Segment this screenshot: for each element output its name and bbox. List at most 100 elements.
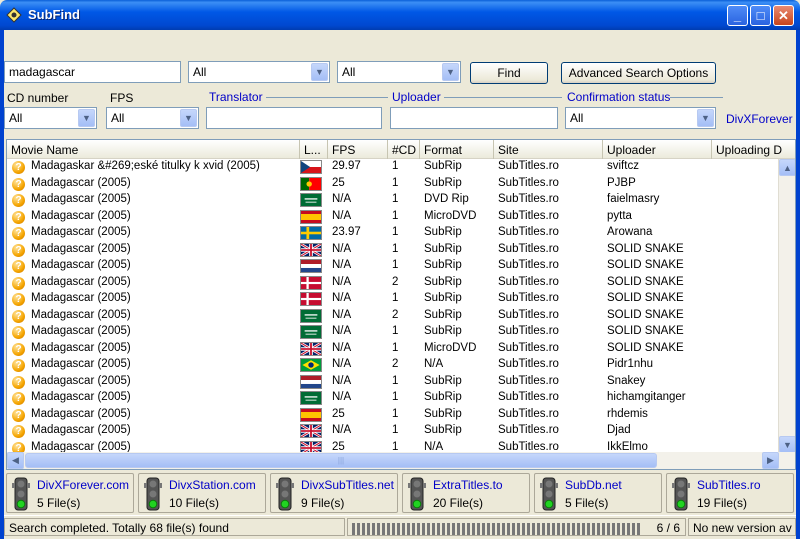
unconfirmed-status-icon: ?: [12, 359, 25, 372]
column-uploader[interactable]: Uploader: [603, 140, 712, 159]
column-fps[interactable]: FPS: [328, 140, 388, 159]
table-row[interactable]: ? Madagascar (2005) N/A 1 MicroDVD SubTitles.…: [7, 209, 779, 226]
cell-name: Madagascar (2005): [31, 407, 131, 420]
search-input[interactable]: madagascar: [4, 61, 181, 83]
title-bar[interactable]: SubFind _ □ ✕: [0, 0, 800, 30]
app-icon: [6, 7, 22, 23]
site-name-link[interactable]: ExtraTitles.to: [433, 478, 503, 492]
site-name-link[interactable]: DivXForever.com: [37, 478, 129, 492]
chevron-down-icon[interactable]: ▼: [180, 109, 197, 127]
cd-number-value: All: [9, 111, 23, 125]
find-button[interactable]: Find: [470, 62, 548, 84]
cell-format: SubRip: [424, 160, 462, 172]
site-name-link[interactable]: SubDb.net: [565, 478, 622, 492]
cell-fps: N/A: [332, 308, 352, 321]
cell-cd: 1: [392, 226, 399, 238]
window-title: SubFind: [28, 7, 80, 22]
language-select-2[interactable]: All ▼: [337, 61, 461, 83]
chevron-down-icon[interactable]: ▼: [311, 63, 328, 81]
site-file-count: 9 File(s): [301, 496, 345, 510]
table-row[interactable]: ? Madagaskar &#269;eské titulky k xvid (2…: [7, 159, 779, 176]
cell-fps: N/A: [332, 292, 352, 304]
chevron-down-icon[interactable]: ▼: [78, 109, 95, 127]
column-uploading-date[interactable]: Uploading D: [712, 140, 795, 159]
flag-es-icon: [300, 209, 322, 224]
cell-name: Madagascar (2005): [31, 209, 131, 222]
cell-cd: 1: [392, 391, 399, 403]
cell-site: SubTitles.ro: [498, 209, 559, 222]
cell-name: Madagascar (2005): [31, 374, 131, 387]
table-row[interactable]: ? Madagascar (2005) 23.97 1 SubRip SubTitles.…: [7, 225, 779, 242]
status-message: Search completed. Totally 68 file(s) fou…: [4, 518, 345, 536]
translator-input[interactable]: [206, 107, 382, 129]
table-row[interactable]: ? Madagascar (2005) N/A 1 SubRip SubTitles.ro…: [7, 324, 779, 341]
site-name-link[interactable]: SubTitles.ro: [697, 478, 761, 492]
cell-site: SubTitles.ro: [498, 193, 559, 205]
cell-name: Madagascar (2005): [31, 325, 131, 337]
unconfirmed-status-icon: ?: [12, 276, 25, 290]
table-row[interactable]: ? Madagascar (2005) N/A 2 SubRip SubTitles.ro…: [7, 275, 779, 292]
table-row[interactable]: ? Madagascar (2005) N/A 1 SubRip SubTitles.ro…: [7, 242, 779, 259]
table-row[interactable]: ? Madagascar (2005) N/A 1 MicroDVD SubTitles.…: [7, 341, 779, 358]
cell-format: SubRip: [424, 242, 462, 255]
cell-site: SubTitles.ro: [498, 325, 559, 337]
table-row[interactable]: ? Madagascar (2005) N/A 1 SubRip SubTitles.ro…: [7, 374, 779, 391]
uploader-input[interactable]: [390, 107, 558, 129]
table-row[interactable]: ? Madagascar (2005) N/A 2 SubRip SubTitles.ro…: [7, 308, 779, 325]
cell-format: SubRip: [424, 292, 462, 304]
advanced-search-button[interactable]: Advanced Search Options: [561, 62, 716, 84]
results-grid[interactable]: Movie Name L... FPS #CD Format Site Uplo…: [6, 139, 796, 470]
column-language[interactable]: L...: [300, 140, 328, 159]
cd-number-select[interactable]: All ▼: [4, 107, 97, 129]
column-movie-name[interactable]: Movie Name: [7, 140, 300, 159]
horizontal-scrollbar[interactable]: ◀ ||| ▶: [7, 452, 795, 469]
table-row[interactable]: ? Madagascar (2005) N/A 1 DVD Rip SubTitles.r…: [7, 192, 779, 209]
confirmation-select[interactable]: All ▼: [565, 107, 716, 129]
column-format[interactable]: Format: [420, 140, 494, 159]
minimize-button[interactable]: _: [727, 5, 748, 26]
table-row[interactable]: ? Madagascar (2005) 25 1 SubRip SubTitles.ro P…: [7, 176, 779, 193]
cell-cd: 1: [392, 193, 399, 205]
cell-uploader: SOLID SNAKE: [607, 275, 684, 288]
chevron-down-icon[interactable]: ▼: [442, 63, 459, 81]
unconfirmed-status-icon: ?: [12, 260, 25, 273]
site-name-link[interactable]: DivxSubTitles.net: [301, 478, 394, 492]
cell-fps: N/A: [332, 209, 352, 222]
site-panel[interactable]: SubTitles.ro 19 File(s): [666, 473, 794, 513]
cell-format: N/A: [424, 358, 444, 370]
table-row[interactable]: ? Madagascar (2005) N/A 1 SubRip SubTitles.ro…: [7, 258, 779, 275]
fps-label: FPS: [110, 91, 134, 105]
cell-cd: 1: [392, 209, 399, 222]
site-panel[interactable]: DivxSubTitles.net 9 File(s): [270, 473, 398, 513]
close-button[interactable]: ✕: [773, 5, 794, 26]
column-cd[interactable]: #CD: [388, 140, 420, 159]
language-select-1[interactable]: All ▼: [188, 61, 330, 83]
horizontal-scroll-thumb[interactable]: |||: [25, 453, 657, 468]
cell-site: SubTitles.ro: [498, 242, 559, 255]
table-row[interactable]: ? Madagascar (2005) N/A 2 N/A SubTitles.ro Pid…: [7, 357, 779, 374]
table-row[interactable]: ? Madagascar (2005) N/A 1 SubRip SubTitles.ro…: [7, 291, 779, 308]
scroll-down-icon[interactable]: ▼: [779, 436, 795, 453]
chevron-down-icon[interactable]: ▼: [697, 109, 714, 127]
cell-site: SubTitles.ro: [498, 407, 559, 420]
table-row[interactable]: ? Madagascar (2005) 25 1 SubRip SubTitles.ro r…: [7, 407, 779, 424]
site-name-link[interactable]: DivxStation.com: [169, 478, 256, 492]
site-panel[interactable]: ExtraTitles.to 20 File(s): [402, 473, 530, 513]
site-panel[interactable]: SubDb.net 5 File(s): [534, 473, 662, 513]
vertical-scrollbar[interactable]: ▲ ▼: [778, 159, 795, 453]
cell-uploader: pytta: [607, 209, 632, 222]
table-row[interactable]: ? Madagascar (2005) N/A 1 SubRip SubTitles.ro…: [7, 423, 779, 440]
scroll-up-icon[interactable]: ▲: [779, 159, 795, 176]
scroll-right-icon[interactable]: ▶: [762, 452, 779, 469]
cell-fps: N/A: [332, 242, 352, 255]
site-panel[interactable]: DivxStation.com 10 File(s): [138, 473, 266, 513]
scroll-left-icon[interactable]: ◀: [7, 452, 24, 469]
fps-select[interactable]: All ▼: [106, 107, 199, 129]
column-site[interactable]: Site: [494, 140, 603, 159]
maximize-button[interactable]: □: [750, 5, 771, 26]
table-row[interactable]: ? Madagascar (2005) N/A 1 SubRip SubTitles.ro…: [7, 390, 779, 407]
cell-fps: 23.97: [332, 226, 361, 238]
progress-counter: 6 / 6: [656, 521, 680, 535]
site-panel[interactable]: DivXForever.com 5 File(s): [6, 473, 134, 513]
cell-site: SubTitles.ro: [498, 259, 559, 271]
